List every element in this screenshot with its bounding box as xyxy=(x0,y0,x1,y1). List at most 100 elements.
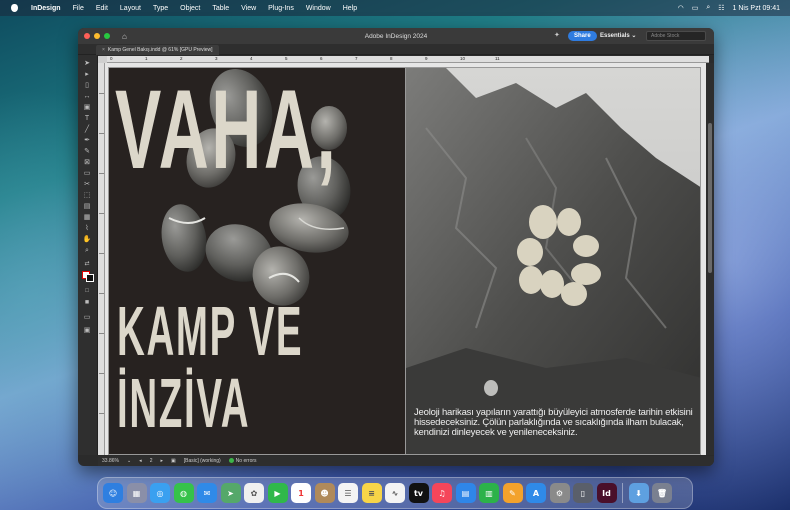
page-spread-icon[interactable]: ▣ xyxy=(171,456,176,466)
scrollbar-thumb[interactable] xyxy=(708,123,712,273)
facetime-icon[interactable]: ▶ xyxy=(267,483,288,503)
app-store-icon[interactable]: A xyxy=(526,483,546,503)
menu-window[interactable]: Window xyxy=(300,5,337,12)
horizontal-ruler[interactable]: 0 1 2 3 4 5 6 7 8 9 10 11 xyxy=(107,56,709,63)
line-tool-icon[interactable]: ╱ xyxy=(82,125,92,134)
mail-icon[interactable]: ✉ xyxy=(197,483,217,503)
photos-icon[interactable]: ✿ xyxy=(244,483,264,503)
headline-vaha[interactable]: VAHA, xyxy=(115,74,338,186)
scissors-tool-icon[interactable]: ✂ xyxy=(82,180,92,189)
launchpad-icon[interactable]: ▦ xyxy=(126,483,147,503)
body-caption[interactable]: Jeoloji harikası yapıların yarattığı büy… xyxy=(414,408,699,438)
menu-file[interactable]: File xyxy=(67,5,90,12)
ruler-origin[interactable] xyxy=(98,56,107,63)
menu-view[interactable]: View xyxy=(235,5,262,12)
menu-table[interactable]: Table xyxy=(206,5,235,12)
maps-icon[interactable]: ➤ xyxy=(220,483,241,503)
pages-icon[interactable]: ✎ xyxy=(502,483,523,503)
notes-icon[interactable]: ≡ xyxy=(361,483,382,503)
menu-clock[interactable]: 1 Nis Pzt 09:41 xyxy=(733,5,780,12)
page-number-field[interactable]: 2 xyxy=(150,456,153,466)
headline-kamp-ve[interactable]: KAMP VE xyxy=(117,296,303,366)
apple-menu-icon[interactable] xyxy=(9,3,19,13)
screen-mode-icon[interactable]: ▭ xyxy=(82,313,92,322)
ruler-tick xyxy=(99,173,104,174)
document-tab[interactable]: × Kamp Genel Bakış.indd @ 61% [GPU Previe… xyxy=(96,45,219,55)
gap-tool-icon[interactable]: ↔ xyxy=(82,92,92,101)
search-icon[interactable]: ⌕ xyxy=(706,4,710,12)
menu-help[interactable]: Help xyxy=(337,5,363,12)
menu-plugins[interactable]: Plug-Ins xyxy=(262,5,300,12)
vertical-ruler[interactable] xyxy=(98,63,105,455)
right-page[interactable]: Jeoloji harikası yapıların yarattığı büy… xyxy=(405,67,701,455)
share-button[interactable]: Share xyxy=(568,31,597,41)
free-transform-tool-icon[interactable]: ⬚ xyxy=(82,191,92,200)
direct-selection-tool-icon[interactable]: ▸ xyxy=(82,70,92,79)
rectangle-tool-icon[interactable]: ▭ xyxy=(82,169,92,178)
content-collector-icon[interactable]: ▣ xyxy=(82,103,92,112)
music-icon[interactable]: ♫ xyxy=(432,483,452,503)
close-tab-icon[interactable]: × xyxy=(102,47,105,53)
iphone-mirroring-icon[interactable]: ▯ xyxy=(573,483,593,503)
hand-tool-icon[interactable]: ✋ xyxy=(82,235,92,244)
downloads-icon[interactable]: ⬇ xyxy=(628,483,649,503)
pencil-tool-icon[interactable]: ✎ xyxy=(82,147,92,156)
page-tool-icon[interactable]: ▯ xyxy=(82,81,92,90)
ruler-tick xyxy=(99,333,104,334)
fill-stroke-swap-icon[interactable]: ⇄ xyxy=(82,260,92,269)
workspace-switcher[interactable]: Essentials ⌄ xyxy=(600,31,636,41)
menu-edit[interactable]: Edit xyxy=(90,5,114,12)
minimize-window-button[interactable] xyxy=(94,33,100,39)
menu-object[interactable]: Object xyxy=(174,5,206,12)
zoom-window-button[interactable] xyxy=(104,33,110,39)
selection-tool-icon[interactable]: ➤ xyxy=(82,59,92,68)
page-next-icon[interactable]: ▸ xyxy=(160,456,163,466)
adobe-stock-search-input[interactable]: Adobe Stock xyxy=(646,31,706,41)
mountain-photo[interactable] xyxy=(406,68,701,455)
eyedropper-tool-icon[interactable]: ⌇ xyxy=(82,224,92,233)
wifi-icon[interactable]: ◠ xyxy=(678,4,684,12)
menu-type[interactable]: Type xyxy=(147,5,174,12)
chevron-down-icon: ⌄ xyxy=(631,33,637,39)
finder-icon[interactable]: ☺ xyxy=(103,483,123,503)
home-icon[interactable]: ⌂ xyxy=(122,32,127,41)
discover-lightbulb-icon[interactable]: ✦ xyxy=(554,31,562,40)
page-prev-icon[interactable]: ◂ xyxy=(139,456,142,466)
gradient-tool-icon[interactable]: ▤ xyxy=(82,202,92,211)
formatting-affects-container-icon[interactable]: □ xyxy=(82,287,92,296)
contacts-icon[interactable]: ☻ xyxy=(314,483,335,503)
note-tool-icon[interactable]: ▦ xyxy=(82,213,92,222)
preflight-label: No errors xyxy=(235,458,257,464)
safari-icon[interactable]: ◎ xyxy=(150,483,170,503)
left-page[interactable]: VAHA, KAMP VE İNZİVA xyxy=(108,67,406,455)
style-field[interactable]: [Basic] (working) xyxy=(184,456,221,466)
battery-icon[interactable]: ▭ xyxy=(692,4,699,12)
freeform-icon[interactable]: ∿ xyxy=(385,483,405,503)
rectangle-frame-tool-icon[interactable]: ⊠ xyxy=(82,158,92,167)
system-settings-icon[interactable]: ⚙ xyxy=(549,483,570,503)
indesign-icon[interactable]: Id xyxy=(596,483,617,503)
preview-mode-icon[interactable]: ▣ xyxy=(82,326,92,335)
keynote-icon[interactable]: ▤ xyxy=(455,483,476,503)
stroke-swatch[interactable] xyxy=(86,274,94,282)
control-center-icon[interactable]: ☷ xyxy=(718,4,724,12)
pen-tool-icon[interactable]: ✒ xyxy=(82,136,92,145)
zoom-tool-icon[interactable]: ⌕ xyxy=(82,246,92,255)
headline-inziva[interactable]: İNZİVA xyxy=(117,368,250,438)
apply-color-icon[interactable]: ■ xyxy=(82,298,92,307)
type-tool-icon[interactable]: T xyxy=(82,114,92,123)
menu-app-name[interactable]: InDesign xyxy=(25,5,67,12)
messages-icon[interactable]: ◍ xyxy=(173,483,194,503)
tv-icon[interactable]: tv xyxy=(408,483,429,503)
reminders-icon[interactable]: ☰ xyxy=(338,483,358,503)
vertical-scrollbar[interactable] xyxy=(706,63,714,455)
numbers-icon[interactable]: ▥ xyxy=(479,483,499,503)
preflight-status[interactable]: No errors xyxy=(228,456,257,466)
ruler-tick xyxy=(99,413,104,414)
calendar-icon[interactable]: 1 xyxy=(291,483,311,503)
close-window-button[interactable] xyxy=(84,33,90,39)
trash-icon[interactable]: 🗑 xyxy=(652,483,672,503)
zoom-level-field[interactable]: 33.86% xyxy=(102,456,119,466)
menu-layout[interactable]: Layout xyxy=(114,5,147,12)
chevron-down-icon[interactable]: ⌄ xyxy=(127,456,131,466)
